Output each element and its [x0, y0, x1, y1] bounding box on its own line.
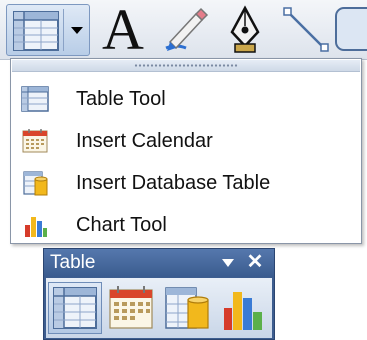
text-tool-button[interactable]: A [96, 0, 152, 60]
menu-item-label: Insert Database Table [76, 172, 271, 194]
menu-item-label: Table Tool [76, 88, 166, 110]
floating-insert-database-table-button[interactable] [160, 282, 214, 334]
menu-item-table-tool[interactable]: Table Tool [12, 79, 360, 119]
line-tool-button[interactable] [278, 4, 334, 54]
pencil-tool-button[interactable] [156, 4, 212, 54]
menu-item-insert-calendar[interactable]: Insert Calendar [12, 121, 360, 161]
database-table-icon [165, 287, 209, 329]
toolbar: A [0, 0, 367, 60]
calendar-icon [109, 286, 153, 329]
floating-chart-tool-button[interactable] [216, 282, 270, 334]
menu-item-insert-database-table[interactable]: Insert Database Table [12, 163, 360, 203]
floating-toolbar-body [46, 278, 272, 338]
chevron-down-icon[interactable] [71, 27, 83, 34]
dropdown-separator [63, 9, 64, 51]
shape-tool-button[interactable] [334, 6, 367, 52]
menu-item-label: Insert Calendar [76, 130, 213, 152]
table-icon [13, 11, 59, 51]
pen-tool-button[interactable] [218, 4, 272, 54]
menu-drag-grip[interactable] [12, 60, 360, 72]
pen-nib-icon [230, 5, 260, 53]
calendar-icon [22, 129, 48, 153]
floating-toolbar-title: Table [50, 252, 96, 273]
bar-chart-icon [224, 292, 262, 330]
table-icon [53, 287, 97, 329]
floating-toolbar-title-bar[interactable]: Table ✕ [44, 249, 274, 277]
grip-dots [134, 64, 238, 67]
bar-chart-icon [25, 217, 47, 237]
floating-table-toolbar: Table ✕ [43, 248, 275, 340]
floating-table-tool-button[interactable] [48, 282, 102, 334]
menu-item-chart-tool[interactable]: Chart Tool [12, 205, 360, 245]
table-icon [21, 86, 49, 112]
floating-insert-calendar-button[interactable] [104, 282, 158, 334]
table-tools-dropdown-menu: Table Tool Insert Calendar Insert Databa… [10, 58, 362, 244]
database-table-icon [23, 171, 48, 196]
menu-item-label: Chart Tool [76, 214, 167, 236]
close-icon[interactable]: ✕ [244, 250, 266, 274]
text-icon: A [102, 0, 144, 62]
line-icon [283, 7, 329, 52]
table-dropdown-button[interactable] [6, 4, 90, 56]
rounded-rectangle-icon [335, 7, 367, 51]
pencil-icon [165, 7, 209, 51]
chevron-down-icon[interactable] [222, 259, 234, 267]
